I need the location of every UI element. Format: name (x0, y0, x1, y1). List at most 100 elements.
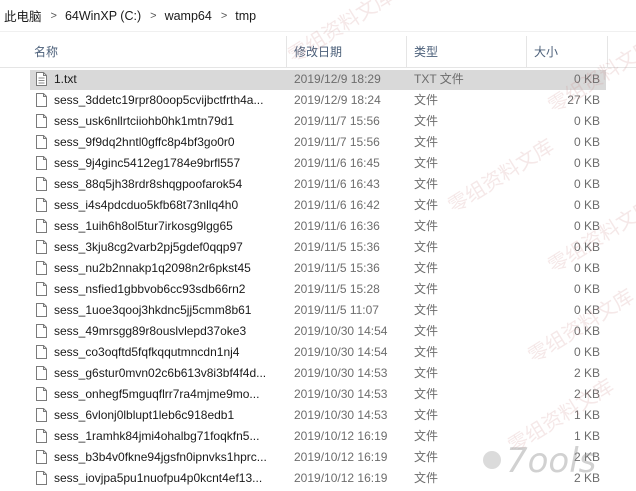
file-type: 文件 (414, 177, 439, 191)
file-type: 文件 (414, 408, 439, 422)
breadcrumb-drive[interactable]: 64WinXP (C:) (65, 9, 141, 23)
file-name: sess_9j4ginc5412eg1784e9brfl557 (54, 156, 241, 170)
address-bar[interactable]: 此电脑 > 64WinXP (C:) > wamp64 > tmp (0, 0, 636, 32)
file-size: 1 KB (573, 408, 600, 422)
file-date: 2019/10/30 14:53 (294, 366, 388, 380)
file-row[interactable]: sess_1uoe3qooj3hkdnc5jj5cmm8b61 2019/11/5… (0, 300, 636, 321)
file-size: 0 KB (573, 324, 600, 338)
file-date: 2019/10/30 14:53 (294, 408, 388, 422)
file-icon (36, 261, 47, 275)
file-type: 文件 (414, 198, 439, 212)
breadcrumb-this-pc[interactable]: 此电脑 (4, 6, 42, 25)
column-header-type[interactable]: 类型 (414, 36, 526, 67)
file-date: 2019/11/5 11:07 (294, 303, 379, 317)
file-date: 2019/11/7 15:56 (294, 135, 380, 149)
file-size: 0 KB (573, 261, 600, 275)
file-date: 2019/10/30 14:54 (294, 324, 388, 338)
file-type: 文件 (414, 135, 439, 149)
file-list: 1.txt 2019/12/9 18:29 TXT 文件 0 KB sess_3ddet… (0, 69, 636, 489)
column-header-name[interactable]: 名称 (34, 36, 286, 67)
column-label: 类型 (414, 45, 439, 59)
file-name: sess_6vlonj0lblupt1leb6c918edb1 (54, 408, 235, 422)
chevron-right-icon[interactable]: > (51, 10, 57, 22)
file-size: 27 KB (567, 93, 600, 107)
file-icon (36, 387, 47, 401)
file-size: 0 KB (573, 345, 600, 359)
file-row[interactable]: sess_co3oqftd5fqfkqqutmncdn1nj4 2019/10/3… (0, 342, 636, 363)
file-date: 2019/11/7 15:56 (294, 114, 380, 128)
file-row[interactable]: sess_1uih6h8ol5tur7irkosg9lgg65 2019/11/6… (0, 216, 636, 237)
file-type: 文件 (414, 303, 439, 317)
file-type: 文件 (414, 345, 439, 359)
file-name: sess_b3b4v0fkne94jgsfn0ipnvks1hprc... (54, 450, 267, 464)
file-date: 2019/10/30 14:53 (294, 387, 388, 401)
file-size: 2 KB (573, 366, 600, 380)
file-row[interactable]: sess_3ddetc19rpr80oop5cvijbctfrth4a... 20… (0, 90, 636, 111)
file-name: sess_nsfied1gbbvob6cc93sdb66rn2 (54, 282, 246, 296)
file-name: 1.txt (54, 72, 77, 86)
file-size: 2 KB (573, 387, 600, 401)
column-divider[interactable] (526, 36, 527, 67)
file-size: 0 KB (573, 240, 600, 254)
file-type: 文件 (414, 240, 439, 254)
file-row[interactable]: sess_nsfied1gbbvob6cc93sdb66rn2 2019/11/5… (0, 279, 636, 300)
file-date: 2019/11/6 16:36 (294, 219, 380, 233)
file-row[interactable]: sess_9f9dq2hntl0gffc8p4bf3go0r0 2019/11/7… (0, 132, 636, 153)
file-name: sess_g6stur0mvn02c6b613v8i3bf4f4d... (54, 366, 267, 380)
column-divider[interactable] (286, 36, 287, 67)
file-icon (36, 177, 47, 191)
file-type: 文件 (414, 93, 439, 107)
column-header-date[interactable]: 修改日期 (294, 36, 406, 67)
file-date: 2019/11/5 15:28 (294, 282, 380, 296)
file-row[interactable]: sess_i4s4pdcduo5kfb68t73nllq4h0 2019/11/6… (0, 195, 636, 216)
file-icon (36, 156, 47, 170)
file-icon (36, 366, 47, 380)
file-size: 0 KB (573, 198, 600, 212)
file-type: 文件 (414, 387, 439, 401)
file-row[interactable]: sess_3kju8cg2varb2pj5gdef0qqp97 2019/11/5… (0, 237, 636, 258)
file-size: 0 KB (573, 219, 600, 233)
file-icon (36, 471, 47, 485)
column-header-bar: 名称 修改日期 类型 大小 (0, 36, 636, 68)
file-row[interactable]: sess_9j4ginc5412eg1784e9brfl557 2019/11/6… (0, 153, 636, 174)
file-row[interactable]: sess_usk6nllrtciiohb0hk1mtn79d1 2019/11/7… (0, 111, 636, 132)
file-date: 2019/11/5 15:36 (294, 240, 380, 254)
file-row[interactable]: 1.txt 2019/12/9 18:29 TXT 文件 0 KB (0, 69, 636, 90)
file-type: 文件 (414, 324, 439, 338)
breadcrumb-wamp64[interactable]: wamp64 (165, 9, 212, 23)
breadcrumb-tmp[interactable]: tmp (235, 9, 256, 23)
column-divider[interactable] (607, 36, 608, 67)
file-row[interactable]: sess_6vlonj0lblupt1leb6c918edb1 2019/10/3… (0, 405, 636, 426)
file-size: 0 KB (573, 135, 600, 149)
file-icon (36, 240, 47, 254)
file-row[interactable]: sess_88q5jh38rdr8shqgpoofarok54 2019/11/6… (0, 174, 636, 195)
chevron-right-icon[interactable]: > (221, 10, 227, 22)
file-name: sess_49mrsgg89r8ouslvlepd37oke3 (54, 324, 247, 338)
file-type: 文件 (414, 366, 439, 380)
file-date: 2019/11/6 16:43 (294, 177, 380, 191)
column-header-size[interactable]: 大小 (534, 36, 634, 67)
column-divider[interactable] (406, 36, 407, 67)
file-name: sess_1ramhk84jmi4ohalbg71foqkfn5... (54, 429, 260, 443)
file-date: 2019/12/9 18:29 (294, 72, 381, 86)
file-row[interactable]: sess_onhegf5mguqflrr7ra4mjme9mo... 2019/1… (0, 384, 636, 405)
file-name: sess_i4s4pdcduo5kfb68t73nllq4h0 (54, 198, 239, 212)
file-row[interactable]: sess_49mrsgg89r8ouslvlepd37oke3 2019/10/3… (0, 321, 636, 342)
file-type: 文件 (414, 282, 439, 296)
file-size: 0 KB (573, 114, 600, 128)
file-name: sess_1uih6h8ol5tur7irkosg9lgg65 (54, 219, 233, 233)
file-row[interactable]: sess_g6stur0mvn02c6b613v8i3bf4f4d... 2019… (0, 363, 636, 384)
file-type: 文件 (414, 219, 439, 233)
column-label: 名称 (34, 45, 59, 59)
file-size: 0 KB (573, 282, 600, 296)
file-date: 2019/11/6 16:42 (294, 198, 380, 212)
file-size: 0 KB (573, 72, 600, 86)
file-name: sess_3kju8cg2varb2pj5gdef0qqp97 (54, 240, 243, 254)
file-size: 0 KB (573, 177, 600, 191)
file-name: sess_1uoe3qooj3hkdnc5jj5cmm8b61 (54, 303, 252, 317)
file-type: TXT 文件 (414, 72, 464, 86)
file-icon (36, 303, 47, 317)
chevron-right-icon[interactable]: > (150, 10, 156, 22)
file-row[interactable]: sess_nu2b2nnakp1q2098n2r6pkst45 2019/11/5… (0, 258, 636, 279)
file-date: 2019/11/6 16:45 (294, 156, 380, 170)
